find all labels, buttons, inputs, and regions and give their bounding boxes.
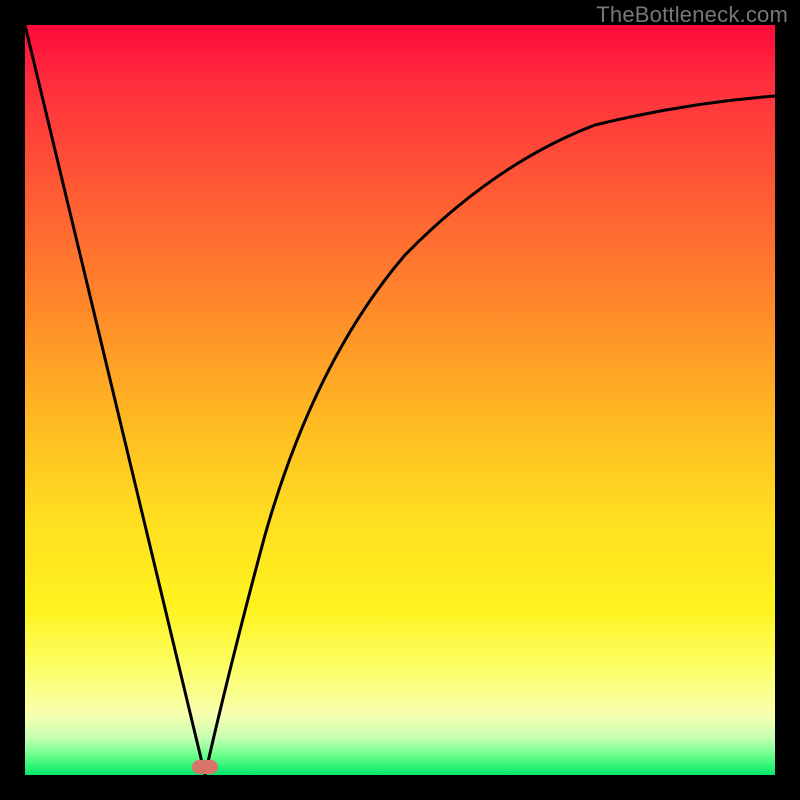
outer-frame: TheBottleneck.com bbox=[0, 0, 800, 800]
watermark-text: TheBottleneck.com bbox=[596, 2, 788, 28]
bottleneck-curve bbox=[25, 25, 775, 775]
curve-left-branch bbox=[25, 25, 205, 775]
gradient-plot-area bbox=[25, 25, 775, 775]
curve-right-branch bbox=[205, 96, 775, 775]
bottleneck-marker bbox=[192, 760, 218, 774]
